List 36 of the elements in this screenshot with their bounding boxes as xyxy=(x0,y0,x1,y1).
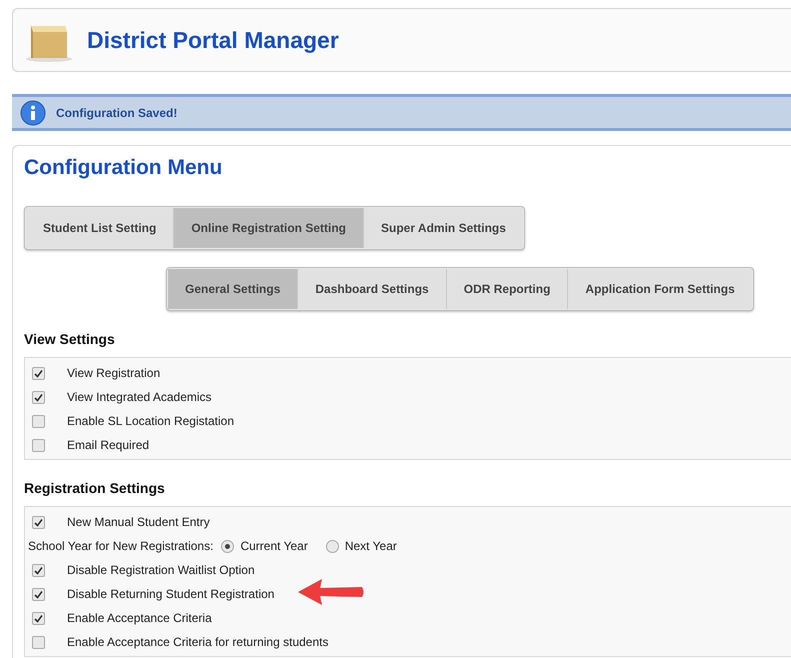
radio-button[interactable] xyxy=(326,540,339,552)
checkbox[interactable] xyxy=(32,414,45,428)
radio-label: Current Year xyxy=(240,539,308,553)
notice-message: Configuration Saved! xyxy=(56,106,178,120)
subtab[interactable]: ODR Reporting xyxy=(446,269,568,309)
checkbox[interactable] xyxy=(32,366,45,380)
checkbox[interactable] xyxy=(32,636,45,648)
checkbox[interactable] xyxy=(32,564,45,576)
checkbox-label: View Registration xyxy=(67,366,160,380)
subtab[interactable]: Application Form Settings xyxy=(568,269,752,309)
tab[interactable]: Student List Setting xyxy=(26,208,174,248)
checkbox-label: Disable Returning Student Registration xyxy=(67,587,274,601)
section-heading: Registration Settings xyxy=(24,480,166,496)
checkbox-label: Disable Registration Waitlist Option xyxy=(67,563,255,577)
section-heading: View Settings xyxy=(24,331,116,347)
radio-button[interactable] xyxy=(221,540,234,552)
checkbox[interactable] xyxy=(32,390,45,404)
checkbox-label: Email Required xyxy=(67,438,150,452)
subtab[interactable]: General Settings xyxy=(168,269,298,309)
tab[interactable]: Online Registration Setting xyxy=(174,208,364,248)
radio-label: Next Year xyxy=(344,539,397,553)
app-title: District Portal Manager xyxy=(87,26,339,54)
checkbox-label: Enable SL Location Registation xyxy=(67,414,234,428)
checkbox[interactable] xyxy=(32,516,45,528)
checkbox-label: New Manual Student Entry xyxy=(67,515,210,529)
checkbox-label: Enable Acceptance Criteria for returning students xyxy=(67,635,328,649)
field-label: School Year for New Registrations: xyxy=(28,539,214,553)
checkbox[interactable] xyxy=(32,588,45,600)
checkbox[interactable] xyxy=(32,438,45,452)
checkbox-label: View Integrated Academics xyxy=(67,390,212,404)
tab[interactable]: Super Admin Settings xyxy=(364,208,523,248)
info-icon xyxy=(20,100,46,126)
subtab[interactable]: Dashboard Settings xyxy=(298,269,447,309)
checkbox[interactable] xyxy=(32,612,45,624)
panel-title: Configuration Menu xyxy=(24,156,224,180)
checkbox-label: Enable Acceptance Criteria xyxy=(67,611,212,625)
